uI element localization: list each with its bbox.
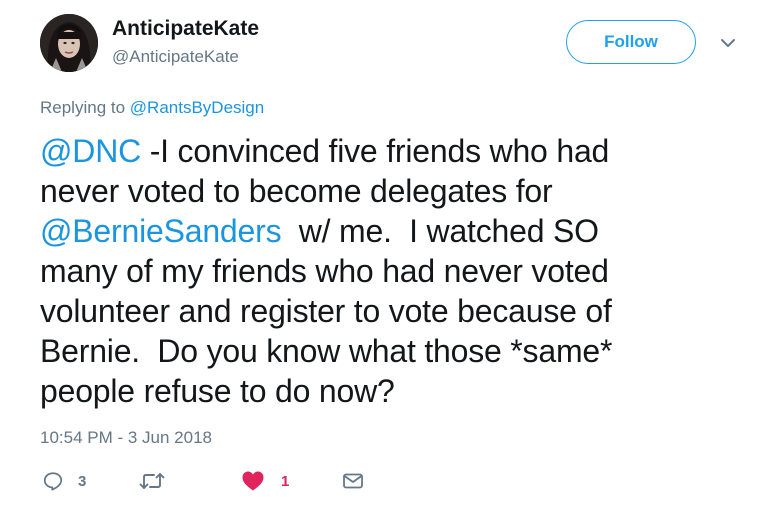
tweet-line-4: many of my friends who had never voted — [40, 253, 609, 289]
mention-berniesanders[interactable]: @BernieSanders — [40, 213, 282, 249]
tweet-actions: 3 1 — [40, 466, 380, 496]
tweet-timestamp[interactable]: 10:54 PM - 3 Jun 2018 — [40, 428, 212, 448]
tweet-text: @DNC -I convinced five friends who had n… — [40, 131, 740, 411]
tweet-line-3-text: w/ me. I watched SO — [281, 213, 599, 249]
reply-context: Replying to @RantsByDesign — [40, 98, 264, 118]
retweet-icon — [139, 473, 165, 489]
like-count: 1 — [281, 472, 290, 490]
reply-count: 3 — [78, 472, 87, 490]
reply-context-mention[interactable]: @RantsByDesign — [130, 98, 264, 117]
tweet-line-1-text: -I convinced five friends who had — [141, 133, 610, 169]
tweet-line-3: @BernieSanders w/ me. I watched SO — [40, 211, 740, 251]
avatar[interactable] — [40, 14, 98, 72]
author-handle[interactable]: @AnticipateKate — [112, 47, 239, 67]
chevron-down-icon[interactable] — [718, 34, 738, 52]
avatar-image — [40, 14, 98, 72]
tweet-line-5: volunteer and register to vote because o… — [40, 293, 612, 329]
direct-message-button[interactable] — [342, 466, 364, 496]
like-button[interactable]: 1 — [241, 466, 289, 496]
reply-icon — [43, 472, 63, 491]
tweet-line-2: never voted to become delegates for — [40, 173, 553, 209]
reply-button[interactable]: 3 — [42, 466, 86, 496]
author-display-name[interactable]: AnticipateKate — [112, 17, 259, 41]
heart-icon — [242, 471, 264, 491]
mention-dnc[interactable]: @DNC — [40, 133, 141, 169]
follow-button[interactable]: Follow — [566, 20, 696, 64]
retweet-button[interactable] — [139, 466, 165, 496]
tweet-line-7: people refuse to do now? — [40, 373, 395, 409]
envelope-icon — [343, 473, 363, 489]
tweet-line-6: Bernie. Do you know what those *same* — [40, 333, 613, 369]
reply-context-prefix: Replying to — [40, 98, 130, 117]
tweet-line-1: @DNC -I convinced five friends who had — [40, 131, 740, 171]
